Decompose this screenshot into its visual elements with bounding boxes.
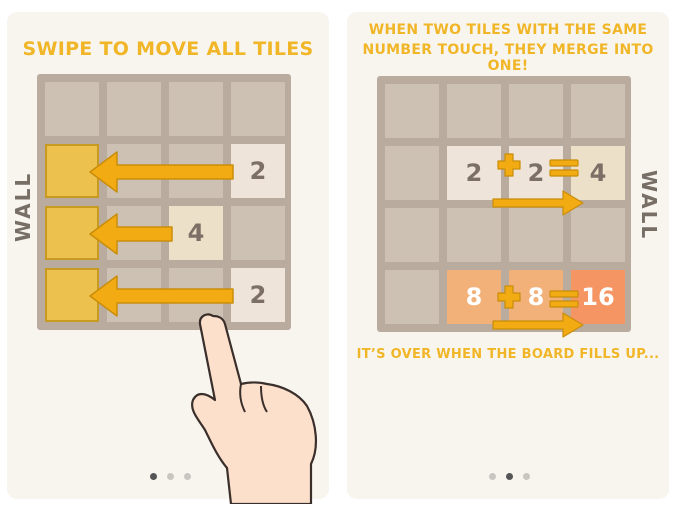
plus-icon — [497, 153, 521, 177]
page-indicator[interactable] — [489, 473, 496, 480]
plus-icon — [497, 285, 521, 309]
swipe-hand-icon — [191, 313, 317, 504]
merge-symbols — [492, 153, 584, 338]
page-indicator[interactable] — [150, 473, 157, 480]
page-indicator[interactable] — [167, 473, 174, 480]
pager-dots — [150, 473, 191, 480]
page-indicator[interactable] — [506, 473, 513, 480]
tutorial-page-swipe: SWIPE TO MOVE ALL TILES WALL 2 4 2 — [7, 12, 329, 504]
equals-icon — [549, 290, 579, 298]
arrow-right-icon — [492, 312, 584, 338]
equals-icon — [549, 159, 579, 167]
pager-dots — [489, 473, 530, 480]
arrow-right-icon — [492, 190, 584, 216]
page-indicator[interactable] — [184, 473, 191, 480]
tutorial-page-merge: WHEN TWO TILES WITH THE SAME NUMBER TOUC… — [347, 12, 669, 499]
arrow-left-icon — [89, 213, 173, 255]
arrow-left-icon — [89, 151, 234, 193]
page-indicator[interactable] — [523, 473, 530, 480]
equals-icon — [549, 169, 579, 177]
equals-icon — [549, 300, 579, 308]
footer-caption: IT’S OVER WHEN THE BOARD FILLS UP... — [356, 347, 660, 362]
